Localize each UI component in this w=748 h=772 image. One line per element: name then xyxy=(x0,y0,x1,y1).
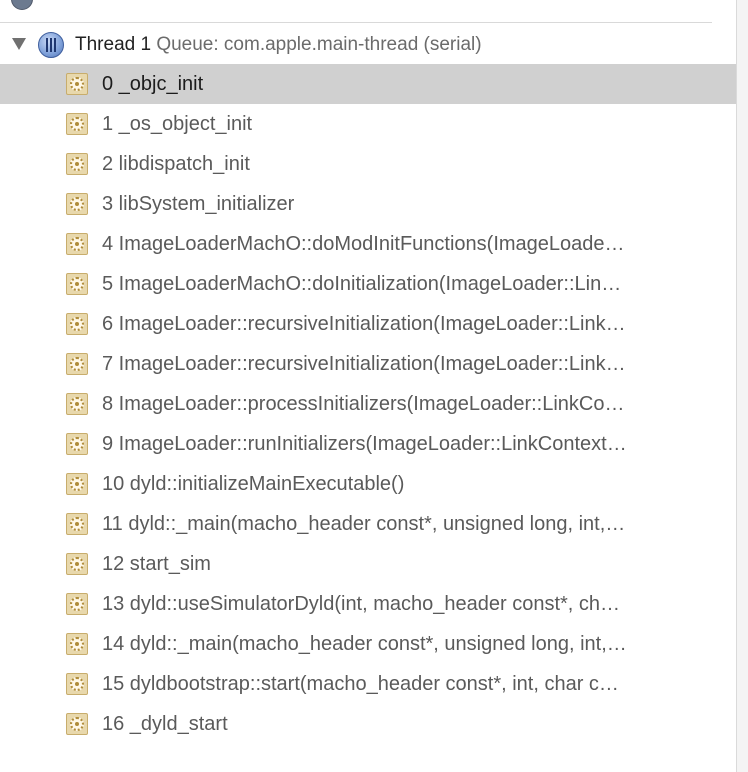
stack-frame-label: 8 ImageLoader::processInitializers(Image… xyxy=(102,393,625,415)
stack-frame-row[interactable]: 9 ImageLoader::runInitializers(ImageLoad… xyxy=(0,424,736,464)
thread-queue: Queue: com.apple.main-thread (serial) xyxy=(156,34,482,55)
stack-frame-label: 14 dyld::_main(macho_header const*, unsi… xyxy=(102,633,627,655)
gear-icon xyxy=(66,153,88,175)
gear-icon xyxy=(66,393,88,415)
stack-frame-label: 9 ImageLoader::runInitializers(ImageLoad… xyxy=(102,433,627,455)
stack-frame-label: 10 dyld::initializeMainExecutable() xyxy=(102,473,405,495)
stack-frame-row[interactable]: 0 _objc_init xyxy=(0,64,736,104)
gear-icon xyxy=(66,73,88,95)
stack-frame-row[interactable]: 11 dyld::_main(macho_header const*, unsi… xyxy=(0,504,736,544)
gear-icon xyxy=(66,513,88,535)
stack-frame-label: 3 libSystem_initializer xyxy=(102,193,295,215)
stack-frame-row[interactable]: 10 dyld::initializeMainExecutable() xyxy=(0,464,736,504)
stack-frame-label: 12 start_sim xyxy=(102,553,211,575)
stack-frame-row[interactable]: 7 ImageLoader::recursiveInitialization(I… xyxy=(0,344,736,384)
thread-name: Thread 1 xyxy=(75,34,152,55)
stack-frame-label: 0 _objc_init xyxy=(102,73,204,95)
stack-frame-label: 7 ImageLoader::recursiveInitialization(I… xyxy=(102,353,626,375)
gear-icon xyxy=(66,113,88,135)
stack-frame-label: 16 _dyld_start xyxy=(102,713,228,735)
stack-frame-row[interactable]: 4 ImageLoaderMachO::doModInitFunctions(I… xyxy=(0,224,736,264)
stack-frame-row[interactable]: 8 ImageLoader::processInitializers(Image… xyxy=(0,384,736,424)
stack-frame-label: 4 ImageLoaderMachO::doModInitFunctions(I… xyxy=(102,233,625,255)
stack-frame-row[interactable]: 3 libSystem_initializer xyxy=(0,184,736,224)
gear-icon xyxy=(66,433,88,455)
stack-frame-row[interactable]: 6 ImageLoader::recursiveInitialization(I… xyxy=(0,304,736,344)
gear-icon xyxy=(66,713,88,735)
thread-title: Thread 1 Queue: com.apple.main-thread (s… xyxy=(75,34,482,56)
gear-icon xyxy=(66,233,88,255)
stack-frame-row[interactable]: 5 ImageLoaderMachO::doInitialization(Ima… xyxy=(0,264,736,304)
stack-frame-label: 1 _os_object_init xyxy=(102,113,253,135)
gear-icon xyxy=(66,593,88,615)
gear-icon xyxy=(66,673,88,695)
stack-frame-label: 11 dyld::_main(macho_header const*, unsi… xyxy=(102,513,626,535)
stack-frame-row[interactable]: 15 dyldbootstrap::start(macho_header con… xyxy=(0,664,736,704)
gear-icon xyxy=(66,353,88,375)
thread-row[interactable]: Thread 1 Queue: com.apple.main-thread (s… xyxy=(0,26,736,64)
gear-icon xyxy=(66,313,88,335)
stack-frame-row[interactable]: 14 dyld::_main(macho_header const*, unsi… xyxy=(0,624,736,664)
thread-status-icon xyxy=(11,0,33,10)
stack-frame-label: 2 libdispatch_init xyxy=(102,153,250,175)
gear-icon xyxy=(66,553,88,575)
stack-frame-row[interactable]: 2 libdispatch_init xyxy=(0,144,736,184)
stack-frame-row[interactable]: 16 _dyld_start xyxy=(0,704,736,744)
scrollbar[interactable] xyxy=(736,0,748,772)
previous-thread-row[interactable] xyxy=(0,0,712,23)
stack-frame-row[interactable]: 12 start_sim xyxy=(0,544,736,584)
stack-frame-row[interactable]: 1 _os_object_init xyxy=(0,104,736,144)
stack-frame-label: 5 ImageLoaderMachO::doInitialization(Ima… xyxy=(102,273,622,295)
stack-frame-row[interactable]: 13 dyld::useSimulatorDyld(int, macho_hea… xyxy=(0,584,736,624)
disclosure-triangle-icon[interactable] xyxy=(12,38,26,50)
gear-icon xyxy=(66,193,88,215)
gear-icon xyxy=(66,473,88,495)
stack-frame-label: 6 ImageLoader::recursiveInitialization(I… xyxy=(102,313,626,335)
gear-icon xyxy=(66,633,88,655)
thread-icon xyxy=(38,32,64,58)
stack-frame-label: 13 dyld::useSimulatorDyld(int, macho_hea… xyxy=(102,593,621,615)
gear-icon xyxy=(66,273,88,295)
stack-frame-label: 15 dyldbootstrap::start(macho_header con… xyxy=(102,673,619,695)
